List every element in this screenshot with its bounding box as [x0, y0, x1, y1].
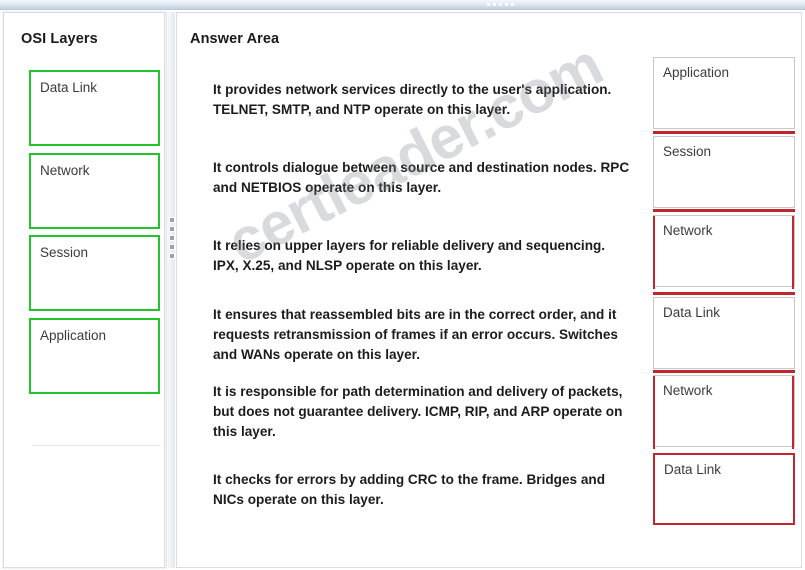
vertical-splitter-handle-icon[interactable]	[169, 217, 175, 259]
drop-slot-label: Data Link	[663, 305, 721, 320]
drop-slot-data-link[interactable]: Data Link	[653, 297, 795, 369]
drop-slot-label: Application	[663, 65, 730, 80]
drop-slot-network[interactable]: Network	[653, 215, 795, 287]
drop-slot-application[interactable]: Application	[653, 57, 795, 129]
statement-row: It controls dialogue between source and …	[213, 160, 630, 195]
drop-slot-label: Data Link	[664, 462, 722, 477]
slot-accent-right	[792, 376, 794, 449]
drop-slot-label: Network	[663, 223, 713, 238]
slot-accent-right	[792, 216, 794, 289]
answer-area-title: Answer Area	[190, 31, 280, 47]
source-tile-label: Session	[40, 245, 89, 260]
horizontal-splitter-handle-icon[interactable]	[487, 3, 514, 6]
source-tile-session[interactable]: Session	[29, 235, 160, 311]
drop-slot-network[interactable]: Network	[653, 375, 795, 447]
statement-row: It is responsible for path determination…	[213, 384, 623, 439]
horizontal-splitter[interactable]	[0, 0, 805, 10]
drop-slot-data-link[interactable]: Data Link	[653, 453, 795, 525]
slot-accent-bar	[653, 209, 795, 212]
source-tile-label: Application	[40, 328, 107, 343]
slot-accent-left	[653, 376, 655, 449]
answer-area-panel: Answer Area It provides network services…	[176, 12, 802, 568]
workspace: OSI Layers Data Link Network Session App…	[0, 10, 805, 570]
statement-row: It relies on upper layers for reliable d…	[213, 238, 606, 273]
page-title: OSI Layers	[21, 31, 98, 47]
slot-accent-bar	[653, 292, 795, 295]
drop-slot-label: Network	[663, 383, 713, 398]
slot-accent-left	[653, 216, 655, 289]
panel-divider	[32, 445, 161, 446]
osi-layers-panel: OSI Layers Data Link Network Session App…	[3, 12, 165, 568]
vertical-splitter[interactable]	[166, 12, 175, 568]
statement-row: It checks for errors by adding CRC to th…	[213, 472, 606, 507]
statement-row: It ensures that reassembled bits are in …	[213, 307, 618, 362]
source-tile-network[interactable]: Network	[29, 153, 160, 229]
source-tile-label: Data Link	[40, 80, 98, 95]
source-tile-data-link[interactable]: Data Link	[29, 70, 160, 146]
drop-slot-session[interactable]: Session	[653, 136, 795, 208]
source-tile-application[interactable]: Application	[29, 318, 160, 394]
slot-accent-bar	[653, 370, 795, 373]
slot-accent-bar	[653, 131, 795, 134]
statement-row: It provides network services directly to…	[213, 82, 612, 117]
drop-slot-label: Session	[663, 144, 712, 159]
source-tile-label: Network	[40, 163, 90, 178]
